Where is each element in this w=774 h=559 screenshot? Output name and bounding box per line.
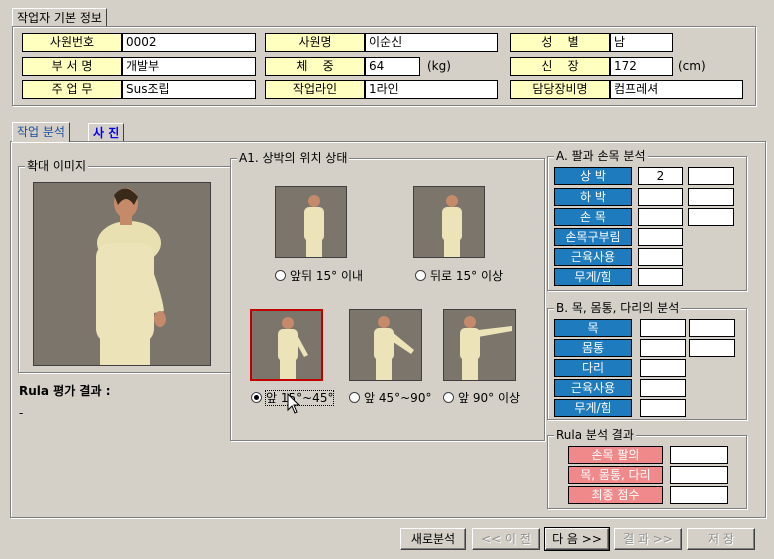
wrist-bend-row-label: 손목구부림 xyxy=(554,228,632,246)
tab-work-analysis[interactable]: 작업 분석 xyxy=(12,122,70,142)
forearm-row-score-2[interactable] xyxy=(688,188,734,206)
height-field[interactable]: 172 xyxy=(610,57,673,76)
zoom-image-group: 확대 이미지 xyxy=(18,159,231,373)
radio-15-45-dot xyxy=(251,392,262,403)
muscle-use-b-row-label: 근육사용 xyxy=(554,379,632,397)
rula-final-score-value[interactable] xyxy=(670,486,728,504)
radio-back-dot xyxy=(415,270,426,281)
rula-result-title: Rula 분석 결과 xyxy=(554,428,636,442)
employee-no-field[interactable]: 0002 xyxy=(122,33,256,52)
forearm-row-label: 하 박 xyxy=(554,188,632,206)
equipment-field[interactable]: 컴프레셔 xyxy=(610,80,743,99)
wrist-row-score-2[interactable] xyxy=(688,208,734,226)
arm-wrist-title: A. 팔과 손목 분석 xyxy=(554,149,648,163)
trunk-row-label: 몸통 xyxy=(554,339,632,357)
posture-thumb-back[interactable] xyxy=(413,186,485,258)
zoom-image xyxy=(33,182,211,366)
weight-unit: (kg) xyxy=(427,59,451,73)
muscle-use-a-row-label: 근육사용 xyxy=(554,248,632,266)
radio-neutral-label: 앞뒤 15° 이내 xyxy=(290,269,364,283)
radio-90-plus-dot xyxy=(443,392,454,403)
radio-45-90-dot xyxy=(349,392,360,403)
label-equipment: 담당장비명 xyxy=(510,80,610,99)
muscle-use-b-row-score[interactable] xyxy=(640,379,686,397)
arm-row-score-2[interactable] xyxy=(688,167,734,185)
radio-45-90-label: 앞 45°~90° xyxy=(364,391,432,405)
rula-result-group: Rula 분석 결과 손목 팔의 목, 몸통, 다리 최종 점수 xyxy=(547,428,747,509)
upper-arm-title: A1. 상박의 위치 상태 xyxy=(237,151,350,165)
arm-row-label: 상 박 xyxy=(554,167,632,185)
wrist-row-score-1[interactable] xyxy=(638,208,683,226)
rula-neck-trunk-leg-value[interactable] xyxy=(670,466,728,484)
label-work-line: 작업라인 xyxy=(265,80,365,99)
load-b-row-score[interactable] xyxy=(640,399,686,417)
upper-arm-group: A1. 상박의 위치 상태 앞뒤 15° 이내 뒤로 15° 이상 앞 15°~… xyxy=(230,151,545,441)
leg-row-score[interactable] xyxy=(640,359,686,377)
arm-wrist-group: A. 팔과 손목 분석 상 박 2 하 박 손 목 손목구부림 근육사용 무게/… xyxy=(547,149,747,291)
muscle-use-a-row-score[interactable] xyxy=(638,248,683,266)
worker-info-panel: 사원번호 0002 사원명 이순신 성 별 남 부 서 명 개발부 체 중 64… xyxy=(12,26,756,106)
tab-worker-info: 작업자 기본 정보 xyxy=(12,8,107,27)
save-button[interactable]: 저 장 xyxy=(687,528,755,550)
department-field[interactable]: 개발부 xyxy=(122,57,256,76)
prev-button[interactable]: << 이 전 xyxy=(472,528,540,550)
load-b-row-label: 무게/힘 xyxy=(554,399,632,417)
neck-trunk-leg-title: B. 목, 몸통, 다리의 분석 xyxy=(554,301,682,315)
label-employee-no: 사원번호 xyxy=(22,33,122,52)
neck-trunk-leg-group: B. 목, 몸통, 다리의 분석 목 몸통 다리 근육사용 무게/힘 xyxy=(547,301,747,420)
rula-final-score-label: 최종 점수 xyxy=(568,486,663,504)
new-analysis-button[interactable]: 새로분석 xyxy=(400,528,466,550)
result-button[interactable]: 결 과 >> xyxy=(614,528,682,550)
label-department: 부 서 명 xyxy=(22,57,122,76)
radio-45-90[interactable]: 앞 45°~90° xyxy=(349,391,431,405)
neck-row-score-1[interactable] xyxy=(640,319,686,337)
posture-thumb-90-plus[interactable] xyxy=(443,309,516,381)
mouse-cursor-icon xyxy=(287,393,301,414)
posture-thumb-45-90[interactable] xyxy=(349,309,422,381)
wrist-bend-row-score[interactable] xyxy=(638,228,683,246)
zoom-image-title: 확대 이미지 xyxy=(25,159,89,173)
neck-row-score-2[interactable] xyxy=(689,319,735,337)
height-unit: (cm) xyxy=(678,59,706,73)
load-a-row-score[interactable] xyxy=(638,268,683,286)
leg-row-label: 다리 xyxy=(554,359,632,377)
main-task-field[interactable]: Sus조립 xyxy=(122,80,256,99)
load-a-row-label: 무게/힘 xyxy=(554,268,632,286)
rula-eval-label: Rula 평가 결과 : xyxy=(19,384,111,398)
posture-thumb-neutral[interactable] xyxy=(275,186,347,258)
rula-wrist-arm-label: 손목 팔의 xyxy=(568,446,663,464)
neck-row-label: 목 xyxy=(554,319,632,337)
gender-field[interactable]: 남 xyxy=(610,33,673,52)
analysis-panel: 확대 이미지 Rula 평가 결과 : - A1. 상박의 위치 상태 앞뒤 1… xyxy=(10,141,766,518)
radio-neutral[interactable]: 앞뒤 15° 이내 xyxy=(275,269,363,283)
label-gender: 성 별 xyxy=(510,33,610,52)
work-line-field[interactable]: 1라인 xyxy=(365,80,498,99)
posture-thumb-15-45[interactable] xyxy=(250,309,323,381)
radio-back[interactable]: 뒤로 15° 이상 xyxy=(415,269,503,283)
radio-back-label: 뒤로 15° 이상 xyxy=(430,269,504,283)
weight-field[interactable]: 64 xyxy=(365,57,420,76)
trunk-row-score-1[interactable] xyxy=(640,339,686,357)
trunk-row-score-2[interactable] xyxy=(689,339,735,357)
next-button[interactable]: 다 음 >> xyxy=(544,527,610,551)
radio-90-plus[interactable]: 앞 90° 이상 xyxy=(443,391,520,405)
radio-90-plus-label: 앞 90° 이상 xyxy=(458,391,521,405)
label-weight: 체 중 xyxy=(265,57,365,76)
forearm-row-score-1[interactable] xyxy=(638,188,683,206)
tab-photo[interactable]: 사 진 xyxy=(88,123,125,142)
employee-name-field[interactable]: 이순신 xyxy=(365,33,498,52)
rula-neck-trunk-leg-label: 목, 몸통, 다리 xyxy=(568,466,663,484)
label-employee-name: 사원명 xyxy=(265,33,365,52)
label-height: 신 장 xyxy=(510,57,610,76)
rula-eval-value: - xyxy=(19,406,24,420)
wrist-row-label: 손 목 xyxy=(554,208,632,226)
arm-row-score-1[interactable]: 2 xyxy=(638,167,683,185)
label-main-task: 주 업 무 xyxy=(22,80,122,99)
rula-wrist-arm-value[interactable] xyxy=(670,446,728,464)
radio-neutral-dot xyxy=(275,270,286,281)
